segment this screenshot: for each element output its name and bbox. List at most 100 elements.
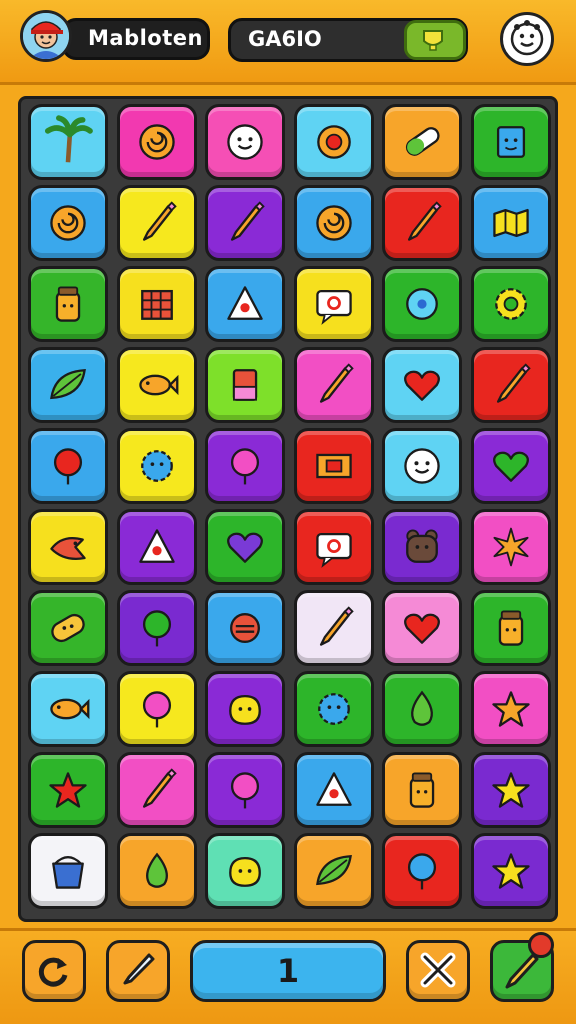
star-icon <box>49 772 87 808</box>
game-tile[interactable] <box>205 266 285 342</box>
pencil-icon <box>142 201 177 241</box>
jar-icon <box>409 772 435 808</box>
game-tile[interactable] <box>470 752 551 828</box>
game-tile[interactable] <box>205 104 285 180</box>
brush-button[interactable] <box>106 940 170 1002</box>
fish-icon <box>50 698 90 720</box>
game-tile[interactable] <box>382 752 462 828</box>
game-tile[interactable] <box>382 509 462 585</box>
game-tile[interactable] <box>382 185 462 261</box>
cube-face-icon <box>496 126 525 158</box>
game-tile[interactable] <box>293 428 374 504</box>
game-tile[interactable] <box>382 428 462 504</box>
game-tile[interactable] <box>116 428 197 504</box>
game-tile[interactable] <box>470 671 551 747</box>
trophy-badge[interactable] <box>404 20 466 60</box>
game-tile[interactable] <box>382 671 462 747</box>
map-icon <box>492 208 529 238</box>
game-tile[interactable] <box>470 833 551 909</box>
face-icon <box>227 124 263 160</box>
swirl-icon <box>138 124 175 160</box>
game-tile[interactable] <box>28 347 108 423</box>
game-tile[interactable] <box>205 590 285 666</box>
gear-icon <box>494 288 527 320</box>
close-button[interactable] <box>406 940 470 1002</box>
swirl-icon <box>50 205 86 241</box>
game-tile[interactable] <box>28 833 108 909</box>
game-tile[interactable] <box>28 671 108 747</box>
game-tile[interactable] <box>116 509 197 585</box>
game-tile[interactable] <box>28 185 108 261</box>
pencil-icon <box>319 606 354 646</box>
game-tile[interactable] <box>293 590 374 666</box>
game-tile[interactable] <box>293 671 374 747</box>
game-tile[interactable] <box>205 671 285 747</box>
game-tile[interactable] <box>382 104 462 180</box>
game-tile[interactable] <box>205 752 285 828</box>
game-tile[interactable] <box>470 104 551 180</box>
close-icon <box>420 952 456 988</box>
game-tile[interactable] <box>205 347 285 423</box>
game-tile[interactable] <box>470 185 551 261</box>
game-tile[interactable] <box>28 752 108 828</box>
drop-icon <box>411 690 433 726</box>
game-tile[interactable] <box>28 509 108 585</box>
game-tile[interactable] <box>293 185 374 261</box>
game-tile[interactable] <box>382 590 462 666</box>
refresh-button[interactable] <box>22 940 86 1002</box>
game-tile[interactable] <box>293 266 374 342</box>
game-tile[interactable] <box>470 428 551 504</box>
heart-icon <box>227 532 263 563</box>
game-tile[interactable] <box>293 833 374 909</box>
star-icon <box>491 772 530 808</box>
game-tile[interactable] <box>116 347 197 423</box>
game-tile[interactable] <box>116 185 197 261</box>
game-tile[interactable] <box>28 104 108 180</box>
star-icon <box>491 691 530 727</box>
game-tile[interactable] <box>293 347 374 423</box>
game-tile[interactable] <box>205 509 285 585</box>
palm-tree-icon <box>44 115 93 163</box>
game-tile[interactable] <box>293 104 374 180</box>
balloon-icon <box>142 691 171 728</box>
player-avatar[interactable] <box>20 10 72 62</box>
game-tile[interactable] <box>470 347 551 423</box>
game-tile[interactable] <box>116 590 197 666</box>
pencil-icon <box>230 201 265 241</box>
game-tile[interactable] <box>205 428 285 504</box>
game-tile[interactable] <box>116 266 197 342</box>
game-tile[interactable] <box>116 671 197 747</box>
game-tile[interactable] <box>470 509 551 585</box>
pencil-icon <box>319 363 354 403</box>
flower-icon <box>140 450 173 482</box>
heart-icon <box>492 451 529 482</box>
settings-button[interactable] <box>500 12 554 66</box>
fish-icon <box>138 374 178 396</box>
game-tile[interactable] <box>205 833 285 909</box>
game-tile[interactable] <box>382 833 462 909</box>
game-tile[interactable] <box>28 590 108 666</box>
star-icon <box>491 853 530 889</box>
game-tile[interactable] <box>470 266 551 342</box>
player-name: Mabloten <box>88 26 203 50</box>
blob-icon <box>229 694 261 725</box>
game-tile[interactable] <box>205 185 285 261</box>
avatar-icon <box>23 13 69 59</box>
trophy-icon <box>423 30 443 51</box>
game-tile[interactable] <box>382 347 462 423</box>
game-tile[interactable] <box>470 590 551 666</box>
face-icon <box>510 20 544 56</box>
triangle-icon <box>138 529 175 563</box>
notification-badge <box>528 932 554 958</box>
game-tile[interactable] <box>28 266 108 342</box>
score-label: GA6IO <box>248 27 322 51</box>
game-tile[interactable] <box>116 104 197 180</box>
jar-icon <box>55 286 81 322</box>
game-tile[interactable] <box>28 428 108 504</box>
game-tile[interactable] <box>293 509 374 585</box>
crate-icon <box>140 289 173 320</box>
game-tile[interactable] <box>116 752 197 828</box>
game-tile[interactable] <box>382 266 462 342</box>
game-tile[interactable] <box>116 833 197 909</box>
game-tile[interactable] <box>293 752 374 828</box>
